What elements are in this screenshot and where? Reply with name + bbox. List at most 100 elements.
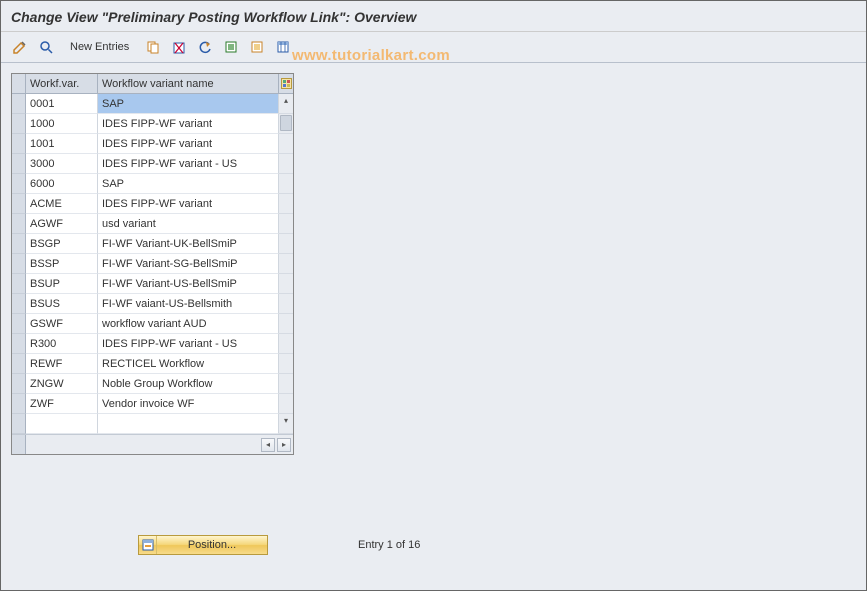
hscroll-left-icon[interactable]: ◂ <box>261 438 275 452</box>
column-header-name[interactable]: Workflow variant name <box>98 74 279 94</box>
row-selector[interactable] <box>12 314 26 334</box>
vscroll-track[interactable]: ▾ <box>279 414 293 434</box>
vscroll-track[interactable] <box>279 274 293 294</box>
cell-name[interactable]: FI-WF Variant-UK-BellSmiP <box>98 234 279 254</box>
vscroll-track[interactable] <box>279 394 293 414</box>
display-change-icon[interactable] <box>9 36 31 58</box>
row-selector[interactable] <box>12 274 26 294</box>
cell-name[interactable]: IDES FIPP-WF variant <box>98 114 279 134</box>
cell-code[interactable]: GSWF <box>26 314 98 334</box>
cell-name[interactable] <box>98 414 279 434</box>
cell-code[interactable]: BSSP <box>26 254 98 274</box>
row-selector[interactable] <box>12 254 26 274</box>
column-header-code[interactable]: Workf.var. <box>26 74 98 94</box>
row-selector[interactable] <box>12 334 26 354</box>
row-selector[interactable] <box>12 214 26 234</box>
cell-name[interactable]: SAP <box>98 94 279 114</box>
cell-name[interactable]: Vendor invoice WF <box>98 394 279 414</box>
cell-code[interactable]: ZNGW <box>26 374 98 394</box>
copy-icon[interactable] <box>142 36 164 58</box>
vscroll-track[interactable] <box>279 314 293 334</box>
vscroll-track[interactable] <box>279 354 293 374</box>
table-header-row: Workf.var. Workflow variant name <box>12 74 293 94</box>
row-selector[interactable] <box>12 414 26 434</box>
cell-name[interactable]: IDES FIPP-WF variant - US <box>98 334 279 354</box>
table-settings-icon[interactable] <box>272 36 294 58</box>
vscroll-track[interactable] <box>279 254 293 274</box>
vscroll-track[interactable] <box>279 334 293 354</box>
vscroll-track[interactable] <box>279 134 293 154</box>
cell-name[interactable]: IDES FIPP-WF variant <box>98 134 279 154</box>
row-selector[interactable] <box>12 374 26 394</box>
cell-code[interactable]: 1000 <box>26 114 98 134</box>
cell-code[interactable]: R300 <box>26 334 98 354</box>
vscroll-track[interactable] <box>279 174 293 194</box>
toolbar: New Entries <box>1 32 866 63</box>
hscroll-right-icon[interactable]: ▸ <box>277 438 291 452</box>
table-config-icon[interactable] <box>279 74 293 94</box>
row-selector[interactable] <box>12 194 26 214</box>
table-row: R300IDES FIPP-WF variant - US <box>12 334 293 354</box>
position-button[interactable]: Position... <box>138 535 268 555</box>
row-selector[interactable] <box>12 394 26 414</box>
row-selector[interactable] <box>12 94 26 114</box>
cell-code[interactable]: 0001 <box>26 94 98 114</box>
vscroll-track[interactable] <box>279 294 293 314</box>
vscroll-track[interactable] <box>279 194 293 214</box>
vscroll-track[interactable] <box>279 214 293 234</box>
page-title: Change View "Preliminary Posting Workflo… <box>11 9 416 25</box>
title-bar: Change View "Preliminary Posting Workflo… <box>1 1 866 32</box>
vscroll-thumb[interactable] <box>280 115 292 131</box>
deselect-all-icon[interactable] <box>246 36 268 58</box>
vscroll-track[interactable]: ▴ <box>279 94 293 114</box>
cell-name[interactable]: usd variant <box>98 214 279 234</box>
row-selector[interactable] <box>12 294 26 314</box>
cell-code[interactable]: ZWF <box>26 394 98 414</box>
cell-name[interactable]: RECTICEL Workflow <box>98 354 279 374</box>
vscroll-track[interactable] <box>279 154 293 174</box>
table-row: 6000SAP <box>12 174 293 194</box>
row-selector[interactable] <box>12 354 26 374</box>
table-row: 1001IDES FIPP-WF variant <box>12 134 293 154</box>
select-all-icon[interactable] <box>220 36 242 58</box>
undo-icon[interactable] <box>194 36 216 58</box>
vscroll-track[interactable] <box>279 234 293 254</box>
cell-code[interactable]: ACME <box>26 194 98 214</box>
cell-name[interactable]: FI-WF vaiant-US-Bellsmith <box>98 294 279 314</box>
new-entries-button[interactable]: New Entries <box>61 37 138 57</box>
cell-name[interactable]: FI-WF Variant-US-BellSmiP <box>98 274 279 294</box>
find-icon[interactable] <box>35 36 57 58</box>
table-row: 3000IDES FIPP-WF variant - US <box>12 154 293 174</box>
row-selector[interactable] <box>12 114 26 134</box>
row-selector[interactable] <box>12 134 26 154</box>
cell-name[interactable]: IDES FIPP-WF variant <box>98 194 279 214</box>
hscroll-track[interactable] <box>26 435 249 454</box>
row-selector[interactable] <box>12 234 26 254</box>
vscroll-track[interactable] <box>279 114 293 134</box>
cell-code[interactable]: BSUS <box>26 294 98 314</box>
cell-code[interactable]: 1001 <box>26 134 98 154</box>
cell-name[interactable]: workflow variant AUD <box>98 314 279 334</box>
cell-code[interactable]: REWF <box>26 354 98 374</box>
vscroll-down-icon[interactable]: ▾ <box>279 414 293 428</box>
table-row: ▾ <box>12 414 293 434</box>
cell-name[interactable]: SAP <box>98 174 279 194</box>
cell-code[interactable]: 3000 <box>26 154 98 174</box>
cell-code[interactable] <box>26 414 98 434</box>
cell-code[interactable]: BSUP <box>26 274 98 294</box>
cell-code[interactable]: 6000 <box>26 174 98 194</box>
cell-name[interactable]: IDES FIPP-WF variant - US <box>98 154 279 174</box>
cell-code[interactable]: BSGP <box>26 234 98 254</box>
table-row: ACMEIDES FIPP-WF variant <box>12 194 293 214</box>
delete-icon[interactable] <box>168 36 190 58</box>
table-footer: ◂ ▸ <box>12 434 293 454</box>
cell-code[interactable]: AGWF <box>26 214 98 234</box>
select-all-header[interactable] <box>12 74 26 94</box>
vscroll-track[interactable] <box>279 374 293 394</box>
vscroll-up-icon[interactable]: ▴ <box>279 94 293 108</box>
row-selector[interactable] <box>12 174 26 194</box>
row-selector[interactable] <box>12 154 26 174</box>
cell-name[interactable]: Noble Group Workflow <box>98 374 279 394</box>
footer-selector[interactable] <box>12 435 26 454</box>
cell-name[interactable]: FI-WF Variant-SG-BellSmiP <box>98 254 279 274</box>
